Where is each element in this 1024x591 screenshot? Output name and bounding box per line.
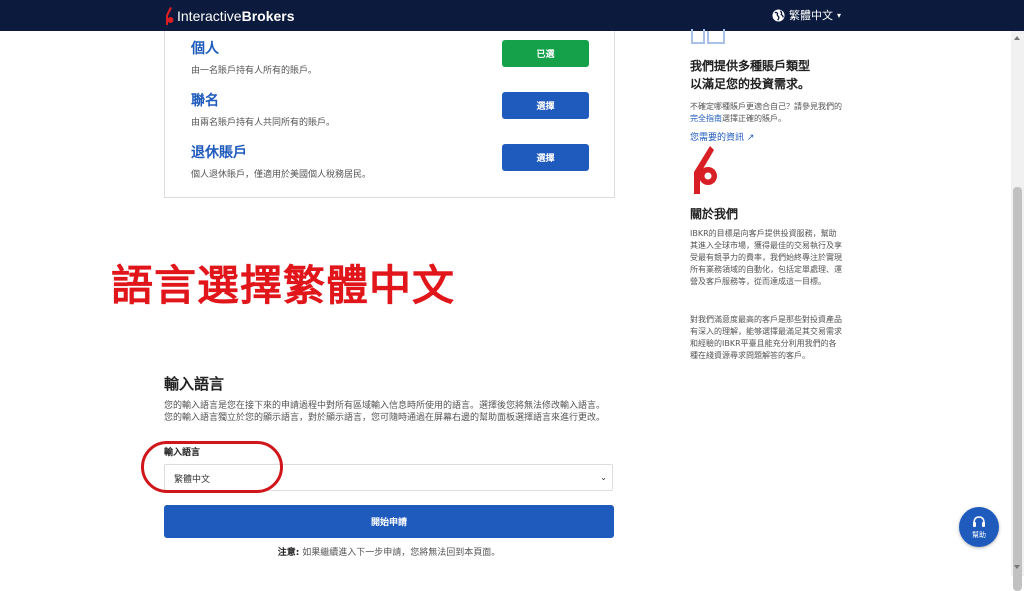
account-type-individual: 個人 由一名賬戶持有人所有的賬戶。 已選 <box>191 40 601 80</box>
external-link-icon: ↗ <box>746 133 755 143</box>
language-label: 繁體中文 <box>788 9 833 22</box>
individual-selected-button[interactable]: 已選 <box>502 40 589 67</box>
globe-icon <box>772 8 785 22</box>
scroll-thumb[interactable] <box>1013 187 1022 591</box>
account-type-joint: 聯名 由兩名賬戶持有人共同所有的賬戶。 選擇 <box>191 92 601 132</box>
logo-text: InteractiveBrokers <box>177 8 295 24</box>
annotation-caption: 語言選擇繁體中文 <box>111 261 456 310</box>
top-navbar: InteractiveBrokers 繁體中文 ▾ <box>0 0 1024 31</box>
about-paragraph-1: IBKR的目標是向客戶提供投資服務，幫助其進入全球市場，獲得最佳的交易執行及享受… <box>690 229 842 286</box>
help-button[interactable]: 幫助 <box>959 507 999 547</box>
guide-link[interactable]: 完全指南 <box>690 114 722 123</box>
language-switcher[interactable]: 繁體中文 ▾ <box>772 7 841 23</box>
section-description: 您的輸入語言是您在接下來的申請過程中對所有區域輸入信息時所使用的語言。選擇後您將… <box>164 401 606 423</box>
document-illustration-icon <box>691 29 725 44</box>
warning-note: 注意: 如果繼續進入下一步申請，您將無法回到本頁面。 <box>277 548 501 558</box>
scroll-up-arrow-icon[interactable] <box>1014 36 1020 40</box>
offer-text: 不確定哪種賬戶更適合自己？請參見我們的完全指南選擇正確的賬戶。 <box>690 102 842 123</box>
ib-logo[interactable]: InteractiveBrokers <box>164 6 295 26</box>
scroll-down-arrow-icon[interactable] <box>1014 565 1020 569</box>
joint-select-button[interactable]: 選擇 <box>502 92 589 119</box>
help-label: 幫助 <box>972 530 986 539</box>
account-type-card: 個人 由一名賬戶持有人所有的賬戶。 已選 聯名 由兩名賬戶持有人共同所有的賬戶。… <box>164 31 615 198</box>
page-scrollbar[interactable] <box>1011 31 1024 591</box>
about-paragraph-2: 對我們滿意度最高的客戶是那些對投資產品有深入的理解，能够選擇最滿足其交易需求和經… <box>690 315 842 360</box>
annotation-highlight-circle <box>141 441 283 493</box>
offer-heading: 我們提供多種賬戶類型 以滿足您的投資需求。 <box>690 59 811 91</box>
resource-link[interactable]: 您需要的資訊 ↗ <box>690 132 842 144</box>
start-application-button[interactable]: 開始申請 <box>164 505 614 538</box>
ib-brand-icon <box>694 146 717 194</box>
chevron-down-icon: ▾ <box>836 10 841 20</box>
headset-icon <box>973 515 985 527</box>
about-heading: 關於我們 <box>690 207 739 221</box>
ib-logo-mark-icon <box>166 7 174 25</box>
input-language-section: 輸入語言 您的輸入語言是您在接下來的申請過程中對所有區域輸入信息時所使用的語言。… <box>141 373 614 558</box>
section-title: 輸入語言 <box>164 375 225 393</box>
retirement-select-button[interactable]: 選擇 <box>502 144 589 171</box>
chevron-down-icon: ⌄ <box>600 473 607 482</box>
account-type-retirement: 退休賬戶 個人退休賬戶，僅適用於美國個人稅務居民。 選擇 <box>191 144 601 184</box>
